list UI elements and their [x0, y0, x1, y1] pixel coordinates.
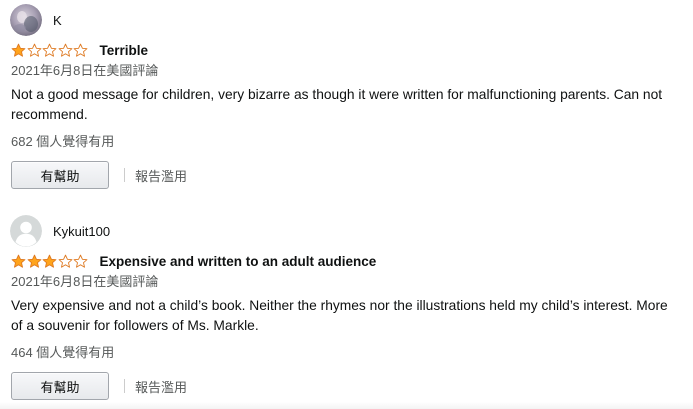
review-date: 2021年6月8日在美國評論 [11, 63, 159, 78]
report-abuse-link[interactable]: 報告濫用 [135, 377, 187, 396]
star-icon [11, 43, 26, 57]
review-title[interactable]: Expensive and written to an adult audien… [100, 254, 377, 269]
star-icon [58, 254, 72, 268]
review-heading: Expensive and written to an adult audien… [11, 252, 376, 270]
star-icon [42, 254, 57, 268]
star-rating[interactable] [11, 254, 89, 269]
review-actions: 有幫助 報告濫用 [11, 160, 187, 190]
action-divider [124, 379, 125, 393]
review-actions: 有幫助 報告濫用 [11, 371, 187, 401]
page-bottom-edge [0, 402, 693, 409]
star-icon [58, 43, 72, 57]
report-abuse-link[interactable]: 報告濫用 [135, 166, 187, 185]
review-body: Very expensive and not a child’s book. N… [11, 298, 668, 333]
helpful-count: 464 個人覺得有用 [11, 345, 115, 360]
review-body: Not a good message for children, very bi… [11, 87, 663, 122]
star-rating[interactable] [11, 43, 89, 58]
review-title[interactable]: Terrible [100, 43, 149, 58]
helpful-button[interactable]: 有幫助 [11, 372, 109, 400]
default-user-icon [10, 215, 42, 247]
reviewer-name[interactable]: Kykuit100 [53, 224, 110, 239]
review-date: 2021年6月8日在美國評論 [11, 274, 159, 289]
action-divider [124, 168, 125, 182]
avatar-photo-icon [10, 4, 42, 36]
star-icon [11, 254, 26, 268]
star-icon [73, 254, 88, 268]
review-heading: Terrible [11, 41, 148, 59]
star-icon [73, 43, 88, 57]
reviewer-profile[interactable]: Kykuit100 [10, 215, 110, 247]
star-icon [27, 254, 41, 268]
reviewer-profile[interactable]: K [10, 4, 62, 36]
helpful-button[interactable]: 有幫助 [11, 161, 109, 189]
star-icon [27, 43, 41, 57]
helpful-count: 682 個人覺得有用 [11, 134, 115, 149]
reviewer-name[interactable]: K [53, 13, 62, 28]
star-icon [42, 43, 57, 57]
